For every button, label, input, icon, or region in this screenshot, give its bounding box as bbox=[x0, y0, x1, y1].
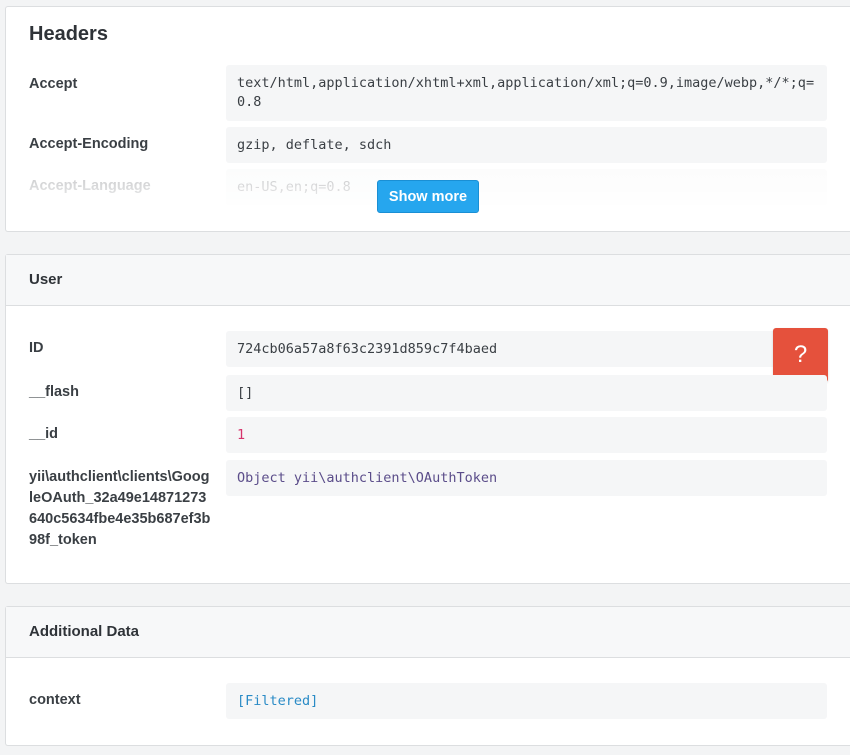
headers-title: Headers bbox=[29, 23, 108, 45]
user-key: ID bbox=[29, 340, 44, 356]
user-row-flash: __flash [] bbox=[6, 375, 850, 411]
header-value: text/html,application/xhtml+xml,applicat… bbox=[226, 65, 827, 121]
header-value: gzip, deflate, sdch bbox=[226, 127, 827, 163]
user-card: User ID 724cb06a57a8f63c2391d859c7f4baed… bbox=[5, 254, 850, 584]
additional-data-title: Additional Data bbox=[6, 607, 850, 658]
additional-key: context bbox=[29, 692, 81, 708]
header-value: en-US,en;q=0.8 bbox=[226, 169, 827, 205]
header-key: Accept bbox=[29, 76, 78, 92]
user-row-id-number: __id 1 bbox=[6, 417, 850, 453]
user-title: User bbox=[6, 255, 850, 306]
user-row-id: ID 724cb06a57a8f63c2391d859c7f4baed bbox=[6, 331, 850, 367]
user-value: [] bbox=[226, 375, 827, 411]
user-value: Object yii\authclient\OAuthToken bbox=[226, 460, 827, 496]
header-key: Accept-Language bbox=[29, 178, 151, 194]
question-mark-icon: ? bbox=[793, 341, 808, 368]
header-row-accept: Accept text/html,application/xhtml+xml,a… bbox=[6, 65, 850, 121]
header-row-accept-encoding: Accept-Encoding gzip, deflate, sdch bbox=[6, 127, 850, 163]
user-key: __id bbox=[29, 426, 59, 442]
header-key: Accept-Encoding bbox=[29, 136, 149, 152]
additional-value: [Filtered] bbox=[226, 683, 827, 719]
user-key: __flash bbox=[29, 384, 79, 400]
user-value: 724cb06a57a8f63c2391d859c7f4baed bbox=[226, 331, 827, 367]
additional-data-card: Additional Data context [Filtered] bbox=[5, 606, 850, 746]
user-value: 1 bbox=[226, 417, 827, 453]
additional-row-context: context [Filtered] bbox=[6, 683, 850, 719]
headers-card: Headers Accept text/html,application/xht… bbox=[5, 6, 850, 232]
help-button[interactable]: ? bbox=[773, 328, 828, 382]
user-row-oauth-token: yii\authclient\clients\GoogleOAuth_32a49… bbox=[6, 460, 850, 555]
show-more-button[interactable]: Show more bbox=[377, 180, 479, 213]
user-key: yii\authclient\clients\GoogleOAuth_32a49… bbox=[29, 469, 211, 548]
